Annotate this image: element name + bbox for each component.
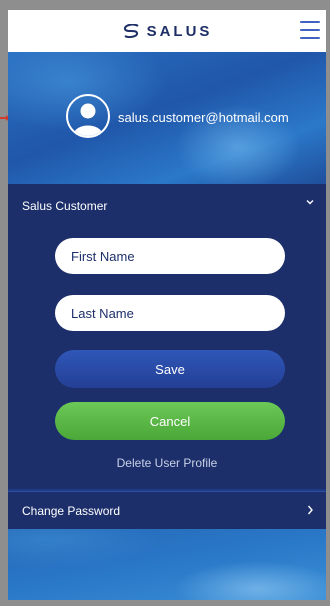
first-name-field[interactable] <box>55 238 285 274</box>
last-name-field[interactable] <box>55 295 285 331</box>
salus-logo: SALUS <box>122 23 213 40</box>
profile-banner: salus.customer@hotmail.com <box>8 52 326 184</box>
delete-profile-link[interactable]: Delete User Profile <box>8 456 326 470</box>
avatar <box>66 94 110 138</box>
bottom-background <box>8 529 326 600</box>
profile-section: Salus Customer Save Cancel Delete User P… <box>8 184 326 489</box>
save-button-label: Save <box>155 361 185 377</box>
save-button[interactable]: Save <box>55 350 285 388</box>
change-password-row[interactable]: Change Password <box>8 491 326 530</box>
menu-line <box>300 37 320 39</box>
profile-section-title: Salus Customer <box>22 199 108 213</box>
menu-line <box>300 29 320 31</box>
change-password-label: Change Password <box>22 504 121 518</box>
menu-button[interactable] <box>300 21 320 39</box>
cancel-button-label: Cancel <box>149 413 191 429</box>
phone-screen: SALUS salus.customer@hotmail.com Salus C… <box>8 10 326 600</box>
salus-logo-mark-icon <box>123 24 139 38</box>
profile-section-header[interactable]: Salus Customer <box>8 184 326 228</box>
user-email: salus.customer@hotmail.com <box>118 110 289 125</box>
hamburger-menu-icon <box>300 21 320 23</box>
chevron-right-icon <box>307 505 313 515</box>
chevron-down-icon <box>306 200 314 205</box>
user-avatar-icon <box>73 103 103 136</box>
cancel-button[interactable]: Cancel <box>55 402 285 440</box>
logo-text: SALUS <box>146 22 213 40</box>
app-header: SALUS <box>8 10 326 52</box>
